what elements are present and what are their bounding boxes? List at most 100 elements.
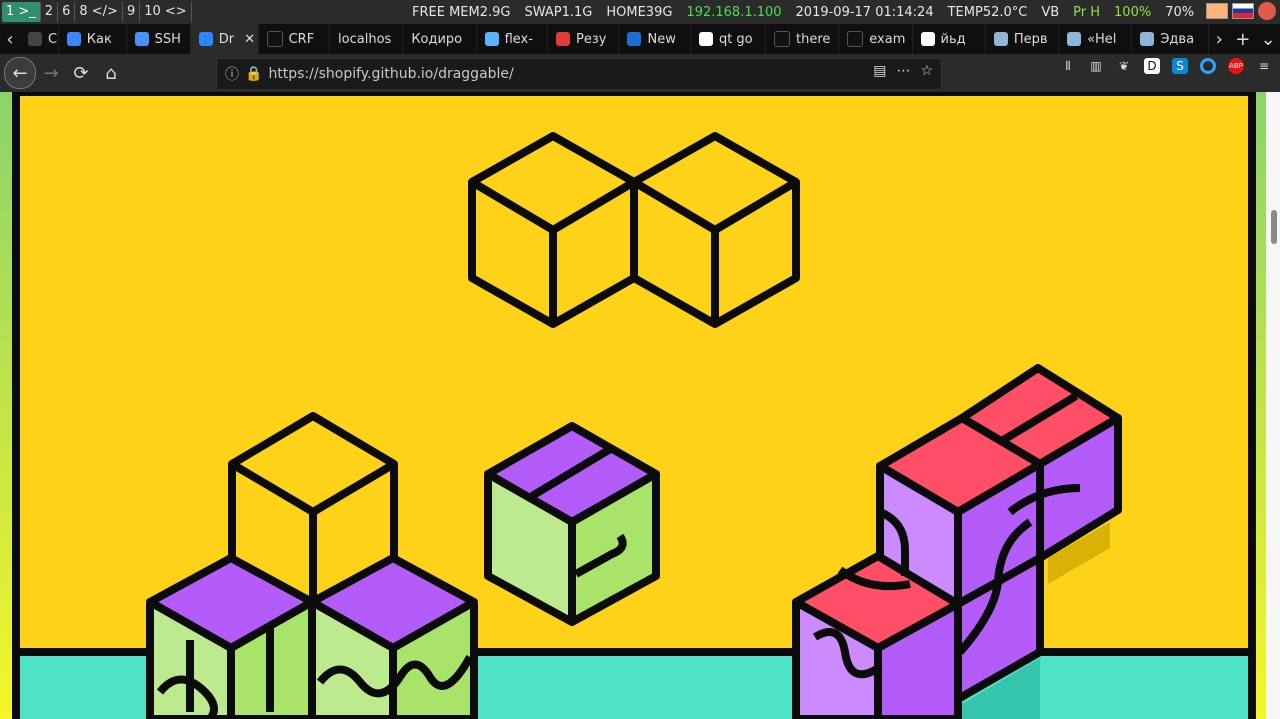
tab[interactable]: New bbox=[619, 24, 691, 54]
tab[interactable]: Резу bbox=[548, 24, 620, 54]
library-icon[interactable]: ⫴ bbox=[1060, 58, 1076, 74]
extension-icon[interactable]: D bbox=[1144, 58, 1160, 74]
adblock-icon[interactable]: ABP bbox=[1228, 58, 1244, 74]
page-actions-icon[interactable]: ⋯ bbox=[896, 63, 910, 79]
workspace-6[interactable]: 6 bbox=[58, 2, 76, 22]
tab-favicon-icon bbox=[847, 31, 864, 47]
tab[interactable]: «Hel bbox=[1059, 24, 1133, 54]
google-icon bbox=[920, 32, 935, 46]
temperature: TEMP52.0°C bbox=[947, 4, 1028, 20]
tab[interactable]: there bbox=[766, 24, 840, 54]
tab[interactable]: Эдва bbox=[1132, 24, 1210, 54]
reader-mode-icon[interactable]: ▤ bbox=[873, 63, 886, 79]
close-tab-icon[interactable]: ✕ bbox=[244, 32, 255, 47]
workspace-10[interactable]: 10 <> bbox=[140, 2, 192, 22]
extension-icon[interactable]: S bbox=[1172, 58, 1188, 74]
system-status-bar: 1 >_ 2 6 8 </> 9 10 <> FREE MEM2.9G SWAP… bbox=[0, 0, 1280, 24]
tab-title: there bbox=[796, 31, 831, 47]
tab-favicon-icon bbox=[266, 31, 283, 47]
tab-title: Как bbox=[86, 31, 112, 47]
workspace-8[interactable]: 8 </> bbox=[75, 2, 123, 22]
tab[interactable]: Как bbox=[59, 24, 127, 54]
tab-title: qt go bbox=[718, 31, 753, 47]
tab[interactable]: flex- bbox=[477, 24, 549, 54]
tab[interactable]: Cry bbox=[20, 24, 59, 54]
tab-title: Cry bbox=[47, 31, 58, 47]
tab[interactable]: Кодиро bbox=[403, 24, 477, 54]
info-icon[interactable]: ⓘ bbox=[225, 64, 239, 84]
home-usage: HOME39G bbox=[606, 4, 673, 20]
sidebar-icon[interactable]: ▥ bbox=[1088, 58, 1104, 74]
tab-list-button[interactable]: ⌄ bbox=[1256, 24, 1280, 54]
prh-indicator: Pr H bbox=[1073, 4, 1101, 20]
forward-button[interactable]: → bbox=[36, 58, 66, 88]
url-text[interactable]: https://shopify.github.io/draggable/ bbox=[268, 66, 513, 82]
tab-title: Кодиро bbox=[411, 31, 463, 47]
flag-icon bbox=[1206, 3, 1228, 19]
bookmark-star-icon[interactable]: ☆ bbox=[920, 63, 933, 79]
tab-favicon-icon bbox=[774, 31, 791, 47]
tab[interactable]: CRF bbox=[259, 24, 331, 54]
tab-active[interactable]: Dr ✕ bbox=[190, 24, 259, 54]
tab-favicon-icon bbox=[66, 32, 81, 46]
system-tray bbox=[1206, 2, 1276, 20]
workspace-switcher: 1 >_ 2 6 8 </> 9 10 <> bbox=[2, 1, 192, 23]
workspace-1[interactable]: 1 >_ bbox=[2, 2, 41, 22]
tab-title: Dr bbox=[218, 31, 235, 47]
draggable-hero-illustration bbox=[0, 92, 1266, 719]
lock-icon: 🔒 bbox=[245, 66, 263, 82]
tab-title: Перв bbox=[1013, 31, 1048, 47]
tab-favicon-icon bbox=[27, 32, 42, 46]
battery-level: 100% bbox=[1114, 4, 1152, 20]
tab-favicon-icon bbox=[1140, 32, 1155, 46]
workspace-9[interactable]: 9 bbox=[123, 2, 141, 22]
tab-title: Эдва bbox=[1160, 31, 1195, 47]
tab-favicon-icon bbox=[1067, 32, 1082, 46]
flag-icon bbox=[1232, 3, 1254, 19]
tab-title: йьд bbox=[940, 31, 966, 47]
new-tab-button[interactable]: + bbox=[1229, 24, 1256, 54]
address-bar-actions: ▤ ⋯ ☆ bbox=[873, 63, 933, 79]
tab-title: exam bbox=[869, 31, 906, 47]
menu-icon[interactable]: ≡ bbox=[1256, 58, 1272, 74]
browser-tab-bar: ‹ Cry Как SSH Dr ✕ CRF localhos Кодиро f… bbox=[0, 24, 1280, 54]
date-time: 2019-09-17 01:14:24 bbox=[795, 4, 934, 20]
scrollbar-thumb[interactable] bbox=[1271, 210, 1277, 244]
workspace-2[interactable]: 2 bbox=[41, 2, 59, 22]
free-memory: FREE MEM2.9G bbox=[412, 4, 511, 20]
draggable-block-center[interactable] bbox=[484, 422, 660, 626]
home-button[interactable]: ⌂ bbox=[96, 58, 126, 88]
tab-title: flex- bbox=[504, 31, 533, 47]
swap-usage: SWAP1.1G bbox=[524, 4, 593, 20]
tab-favicon-icon bbox=[134, 32, 149, 46]
tab[interactable]: SSH bbox=[127, 24, 191, 54]
scroll-tabs-left-button[interactable]: ‹ bbox=[0, 24, 20, 54]
tab[interactable]: йьд bbox=[913, 24, 986, 54]
back-button[interactable]: ← bbox=[4, 57, 36, 89]
extension-icon[interactable]: ❦ bbox=[1116, 58, 1132, 74]
address-bar[interactable]: ⓘ 🔒 https://shopify.github.io/draggable/… bbox=[216, 58, 942, 90]
volume-level: 70% bbox=[1165, 4, 1195, 20]
left-edge-gradient bbox=[0, 92, 12, 719]
tray-app-icon[interactable] bbox=[1258, 2, 1276, 20]
tab-title: Резу bbox=[576, 31, 607, 47]
tab-title: New bbox=[647, 31, 676, 47]
toolbar-icons: ⫴ ▥ ❦ D S ABP ≡ bbox=[1060, 58, 1272, 74]
tab-title: localhos bbox=[338, 31, 392, 47]
tab[interactable]: localhos bbox=[330, 24, 404, 54]
tab-favicon-icon bbox=[484, 32, 499, 46]
navigation-bar: ← → ⟳ ⌂ ⓘ 🔒 https://shopify.github.io/dr… bbox=[0, 54, 1280, 92]
tab[interactable]: qt go bbox=[691, 24, 767, 54]
scroll-tabs-right-button[interactable]: › bbox=[1209, 24, 1229, 54]
tab[interactable]: exam bbox=[839, 24, 913, 54]
extension-icon[interactable] bbox=[1200, 58, 1216, 74]
page-scrollbar[interactable] bbox=[1266, 92, 1280, 719]
web-page bbox=[0, 92, 1280, 719]
tab-title: CRF bbox=[288, 31, 315, 47]
tab-favicon-icon bbox=[556, 32, 571, 46]
tab[interactable]: Перв bbox=[986, 24, 1060, 54]
tab-favicon-icon bbox=[627, 32, 642, 46]
reload-button[interactable]: ⟳ bbox=[66, 58, 96, 88]
tab-favicon-icon bbox=[198, 32, 213, 46]
vb-indicator: VB bbox=[1041, 4, 1060, 20]
